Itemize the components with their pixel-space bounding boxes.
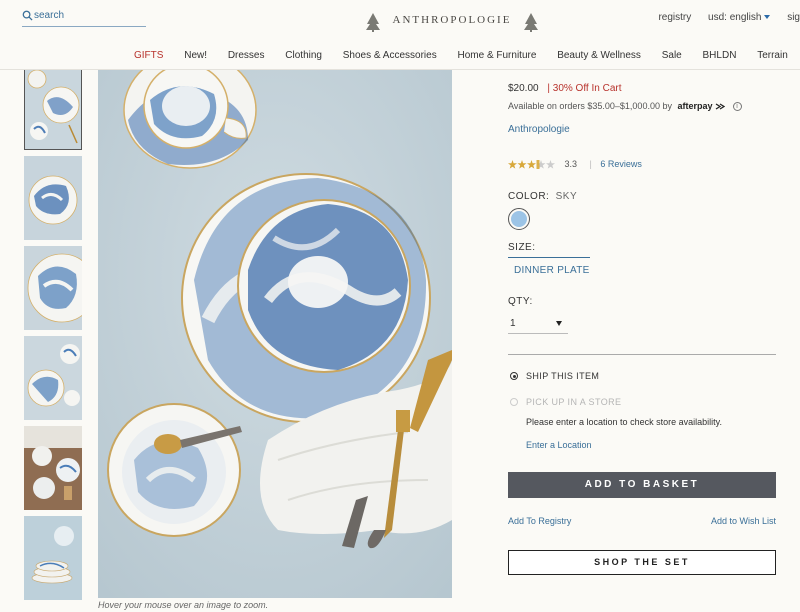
afterpay-arrows-icon <box>715 103 726 110</box>
add-to-wishlist-link[interactable]: Add to Wish List <box>711 516 776 526</box>
currency-label: usd: english <box>708 12 762 23</box>
nav-item-beauty-wellness[interactable]: Beauty & Wellness <box>557 50 641 61</box>
price-separator: | <box>547 83 550 94</box>
divider <box>508 354 776 355</box>
star-rating-icon[interactable] <box>508 160 556 170</box>
store-availability-message: Please enter a location to check store a… <box>526 417 722 427</box>
signin-link[interactable]: sig <box>787 12 800 23</box>
thumbnail-1[interactable] <box>24 66 82 150</box>
utility-links: registry usd: english sig <box>644 12 800 23</box>
shop-the-set-button[interactable]: SHOP THE SET <box>508 550 776 575</box>
search-icon[interactable] <box>22 10 33 21</box>
nav-item-bhldn[interactable]: BHLDN <box>703 50 737 61</box>
nav-item-dresses[interactable]: Dresses <box>228 50 265 61</box>
thumbnail-3[interactable] <box>24 246 82 330</box>
color-label: COLOR: SKY <box>508 191 577 202</box>
price-row: $20.00 | 30% Off In Cart <box>508 83 622 94</box>
nav-item-shoes-accessories[interactable]: Shoes & Accessories <box>343 50 437 61</box>
ship-radio[interactable] <box>510 372 518 380</box>
size-underline <box>508 257 590 258</box>
pickup-label[interactable]: PICK UP IN A STORE <box>526 397 621 407</box>
color-swatch-sky[interactable] <box>508 208 530 230</box>
nav-item-sale[interactable]: Sale <box>662 50 682 61</box>
size-label: SIZE: <box>508 242 536 253</box>
thumbnail-4[interactable] <box>24 336 82 420</box>
afterpay-row: Available on orders $35.00–$1,000.00 by … <box>508 101 742 112</box>
size-option-dinner-plate[interactable]: DINNER PLATE <box>514 265 590 276</box>
rating-divider: | <box>589 159 592 169</box>
main-nav: GIFTS New! Dresses Clothing Shoes & Acce… <box>134 50 800 61</box>
promo-text: 30% Off In Cart <box>552 83 622 94</box>
afterpay-logo: afterpay <box>677 101 713 111</box>
logo-tree-left-icon <box>366 13 380 32</box>
add-to-registry-link[interactable]: Add To Registry <box>508 516 571 526</box>
qty-value: 1 <box>510 318 516 329</box>
rating-row: 3.3 | 6 Reviews <box>508 159 642 170</box>
reviews-link[interactable]: 6 Reviews <box>600 159 642 169</box>
pickup-radio[interactable] <box>510 398 518 406</box>
thumbnail-6[interactable] <box>24 516 82 600</box>
qty-label: QTY: <box>508 296 533 307</box>
enter-location-link[interactable]: Enter a Location <box>526 440 592 450</box>
rating-value: 3.3 <box>564 159 578 169</box>
nav-item-clothing[interactable]: Clothing <box>285 50 322 61</box>
info-icon[interactable]: i <box>732 102 742 112</box>
swatch-fill <box>511 211 527 227</box>
product-price: $20.00 <box>508 83 539 94</box>
chevron-down-icon <box>764 15 771 20</box>
site-header: ANTHROPOLOGIE registry usd: english sig … <box>0 0 800 70</box>
registry-link[interactable]: registry <box>658 12 691 23</box>
currency-selector[interactable]: usd: english <box>708 12 771 23</box>
add-to-basket-button[interactable]: ADD TO BASKET <box>508 472 776 498</box>
search-input[interactable] <box>34 10 142 21</box>
nav-item-home-furniture[interactable]: Home & Furniture <box>457 50 536 61</box>
search-bar[interactable] <box>22 9 146 27</box>
zoom-hint: Hover your mouse over an image to zoom. <box>98 600 269 610</box>
thumbnail-2[interactable] <box>24 156 82 240</box>
color-label-text: COLOR: <box>508 191 550 202</box>
brand-link[interactable]: Anthropologie <box>508 124 570 135</box>
color-value: SKY <box>555 191 578 202</box>
nav-item-new[interactable]: New! <box>184 50 207 61</box>
product-main-image[interactable] <box>98 60 452 598</box>
qty-select[interactable]: 1 <box>508 312 568 334</box>
chevron-down-icon <box>556 321 562 326</box>
thumbnail-5[interactable] <box>24 426 82 510</box>
nav-item-terrain[interactable]: Terrain <box>757 50 788 61</box>
nav-item-gifts[interactable]: GIFTS <box>134 50 163 61</box>
ship-label[interactable]: SHIP THIS ITEM <box>526 371 599 381</box>
logo[interactable]: ANTHROPOLOGIE <box>364 10 540 34</box>
logo-text: ANTHROPOLOGIE <box>392 14 512 26</box>
afterpay-text: Available on orders $35.00–$1,000.00 by <box>508 101 672 111</box>
logo-tree-right-icon <box>524 13 538 32</box>
